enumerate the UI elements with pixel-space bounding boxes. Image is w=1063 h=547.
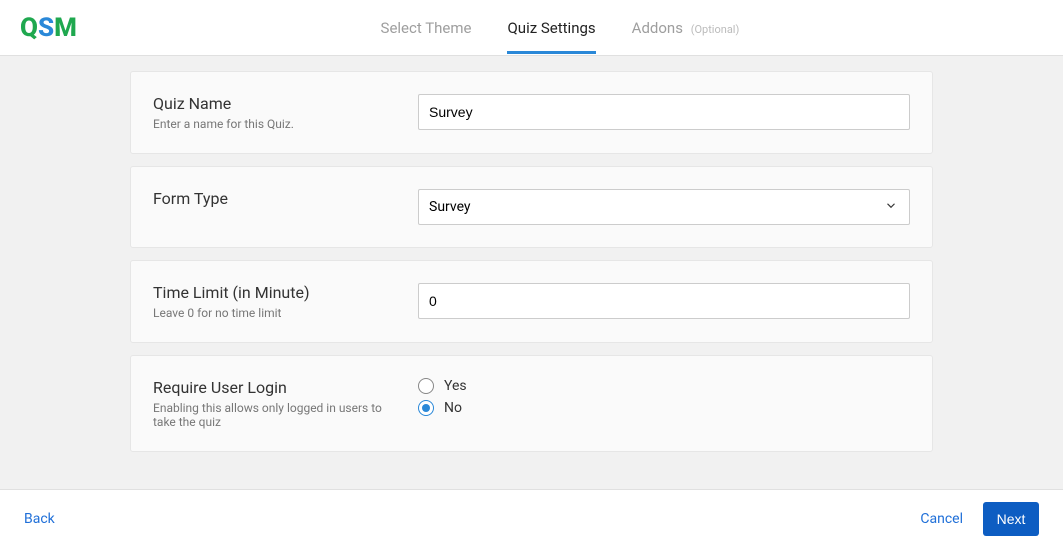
form-type-select[interactable]: Survey — [418, 189, 910, 225]
logo-q: Q — [20, 13, 38, 43]
tabs: Select Theme Quiz Settings Addons (Optio… — [381, 3, 740, 53]
tab-select-theme[interactable]: Select Theme — [381, 3, 472, 53]
cancel-button[interactable]: Cancel — [920, 511, 963, 527]
require-login-no[interactable]: No — [418, 400, 910, 416]
time-limit-title: Time Limit (in Minute) — [153, 283, 388, 302]
logo: QSM — [20, 13, 77, 43]
logo-m: M — [54, 13, 77, 43]
card-form-type: Form Type Survey — [130, 166, 933, 248]
require-login-no-label: No — [444, 400, 462, 416]
form-type-select-wrap: Survey — [418, 189, 910, 225]
card-require-login-left: Require User Login Enabling this allows … — [153, 378, 388, 429]
quiz-name-help: Enter a name for this Quiz. — [153, 117, 388, 131]
next-button[interactable]: Next — [983, 502, 1039, 536]
content: Quiz Name Enter a name for this Quiz. Fo… — [0, 56, 1063, 452]
quiz-name-title: Quiz Name — [153, 94, 388, 113]
card-require-login-right: Yes No — [418, 378, 910, 416]
card-time-limit-right — [418, 283, 910, 319]
require-login-yes[interactable]: Yes — [418, 378, 910, 394]
tab-addons[interactable]: Addons (Optional) — [632, 3, 740, 53]
logo-s: S — [38, 13, 54, 43]
radio-icon — [418, 378, 434, 394]
time-limit-input[interactable] — [418, 283, 910, 319]
time-limit-help: Leave 0 for no time limit — [153, 306, 388, 320]
require-login-yes-label: Yes — [444, 378, 467, 394]
tab-quiz-settings[interactable]: Quiz Settings — [507, 3, 595, 53]
quiz-name-input[interactable] — [418, 94, 910, 130]
card-form-type-right: Survey — [418, 189, 910, 225]
header: QSM Select Theme Quiz Settings Addons (O… — [0, 0, 1063, 56]
card-quiz-name-right — [418, 94, 910, 130]
back-button[interactable]: Back — [24, 511, 55, 527]
tab-addons-label: Addons — [632, 19, 683, 37]
require-login-title: Require User Login — [153, 378, 388, 397]
footer-right: Cancel Next — [920, 502, 1039, 536]
card-quiz-name: Quiz Name Enter a name for this Quiz. — [130, 71, 933, 154]
form-type-title: Form Type — [153, 189, 388, 208]
card-require-login: Require User Login Enabling this allows … — [130, 355, 933, 452]
require-login-help: Enabling this allows only logged in user… — [153, 401, 388, 429]
radio-icon — [418, 400, 434, 416]
footer: Back Cancel Next — [0, 489, 1063, 547]
card-quiz-name-left: Quiz Name Enter a name for this Quiz. — [153, 94, 388, 131]
require-login-radio-group: Yes No — [418, 378, 910, 416]
card-form-type-left: Form Type — [153, 189, 388, 212]
card-time-limit: Time Limit (in Minute) Leave 0 for no ti… — [130, 260, 933, 343]
form-type-selected: Survey — [429, 199, 471, 215]
card-time-limit-left: Time Limit (in Minute) Leave 0 for no ti… — [153, 283, 388, 320]
tab-addons-optional: (Optional) — [691, 23, 740, 36]
